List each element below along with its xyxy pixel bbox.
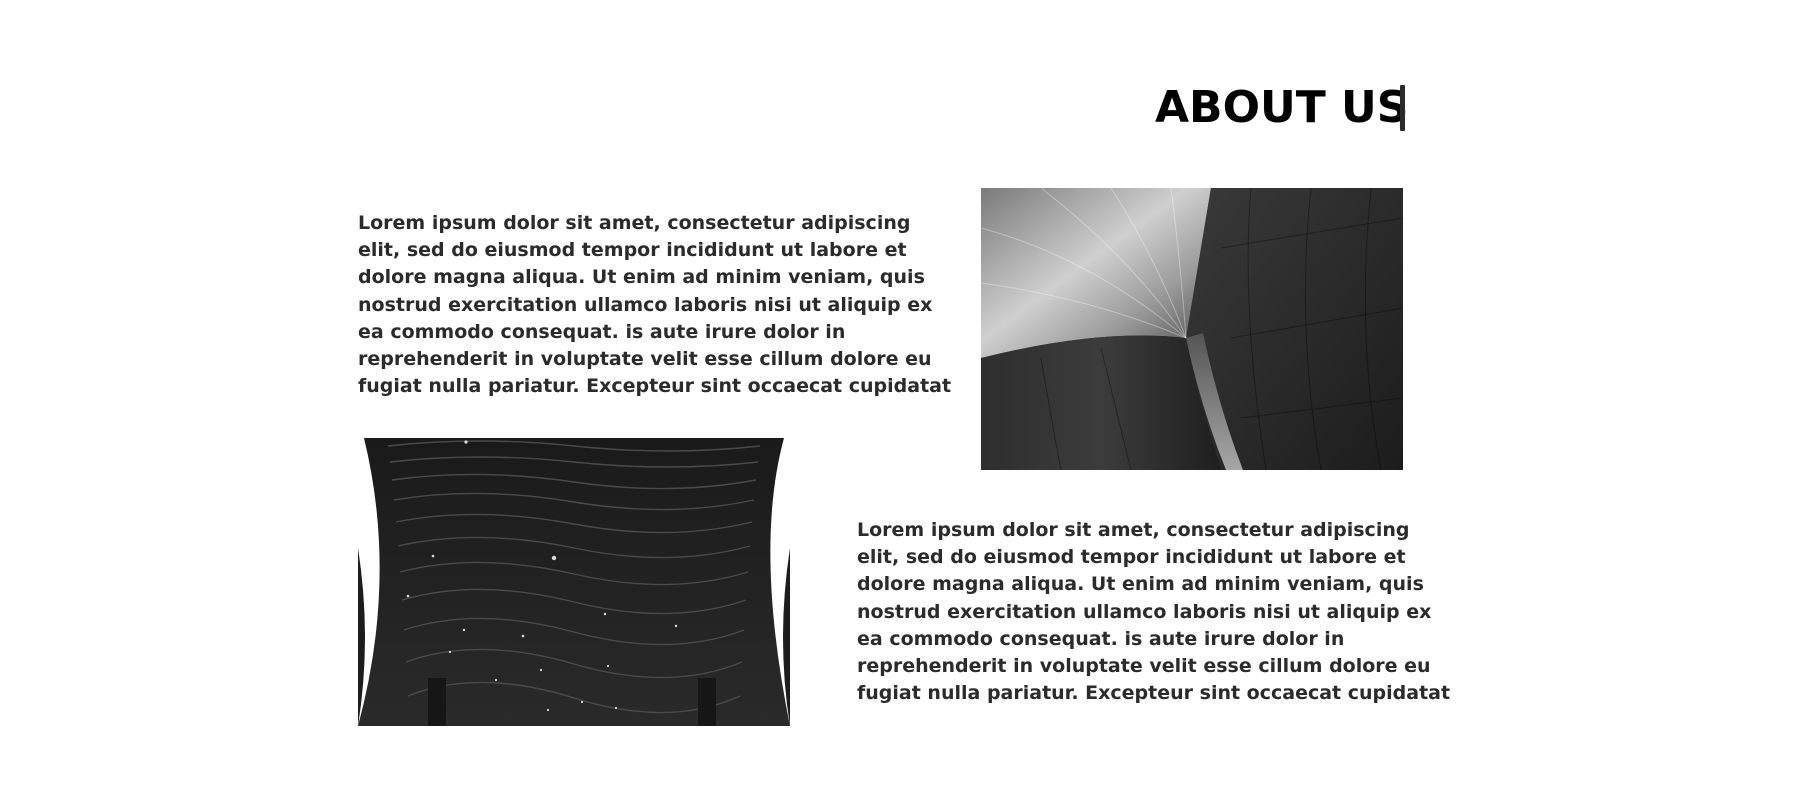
architecture-photo-curved-facade xyxy=(981,188,1403,470)
heading-container: ABOUT US xyxy=(1155,78,1408,138)
about-us-section: ABOUT US Lorem ipsum dolor sit amet, con… xyxy=(0,0,1800,800)
heading-accent-bar xyxy=(1400,85,1405,131)
page-title: ABOUT US xyxy=(1155,82,1409,133)
about-paragraph-1: Lorem ipsum dolor sit amet, consectetur … xyxy=(358,212,952,398)
about-paragraph-2: Lorem ipsum dolor sit amet, consectetur … xyxy=(857,519,1451,705)
architecture-photo-wavy-ceiling xyxy=(358,438,790,726)
